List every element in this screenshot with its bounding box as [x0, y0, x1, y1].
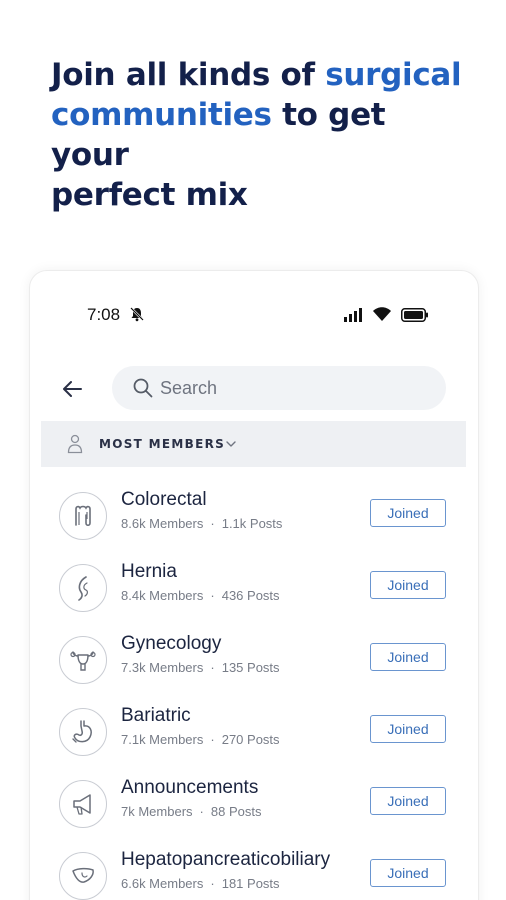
headline-part1: Join all kinds of — [51, 57, 326, 93]
community-posts: 135 Posts — [221, 660, 280, 675]
search-row — [41, 366, 466, 412]
community-members: 8.6k Members — [121, 516, 204, 531]
joined-button[interactable]: Joined — [370, 715, 446, 743]
headline-accent-1: surgical — [325, 57, 462, 93]
joined-button[interactable]: Joined — [370, 643, 446, 671]
community-posts: 181 Posts — [221, 876, 280, 891]
community-avatar — [59, 780, 107, 828]
headline-part3: perfect mix — [51, 177, 248, 213]
search-input[interactable] — [160, 366, 430, 410]
list-item-hernia[interactable]: Hernia 8.4k Members · 436 Posts Joined — [41, 548, 466, 618]
community-name: Hepatopancreaticobiliary — [121, 849, 331, 870]
page-headline: Join all kinds of surgical communities to… — [51, 55, 471, 215]
battery-icon — [401, 308, 428, 322]
stomach-icon — [72, 720, 92, 743]
joined-button[interactable]: Joined — [370, 859, 446, 887]
joined-button[interactable]: Joined — [370, 787, 446, 815]
community-members: 7k Members — [121, 804, 193, 819]
community-avatar — [59, 708, 107, 756]
community-avatar — [59, 636, 107, 684]
list-item-bariatric[interactable]: Bariatric 7.1k Members · 270 Posts Joined — [41, 692, 466, 762]
person-icon — [67, 434, 83, 454]
community-avatar — [59, 852, 107, 900]
community-name: Hernia — [121, 561, 177, 582]
community-posts: 270 Posts — [221, 732, 280, 747]
chevron-down-icon — [226, 441, 236, 447]
search-box[interactable] — [112, 366, 446, 410]
community-name: Bariatric — [121, 705, 191, 726]
community-meta: 7.1k Members · 270 Posts — [121, 732, 280, 747]
community-posts: 436 Posts — [221, 588, 280, 603]
sort-dropdown[interactable]: MOST MEMBERS — [41, 421, 466, 467]
community-name: Gynecology — [121, 633, 222, 654]
hernia-icon — [78, 576, 88, 601]
list-item-announcements[interactable]: Announcements 7k Members · 88 Posts Joined — [41, 764, 466, 834]
community-meta: 8.4k Members · 436 Posts — [121, 588, 280, 603]
community-meta: 6.6k Members · 181 Posts — [121, 876, 280, 891]
status-time: 7:08 — [87, 305, 121, 324]
community-posts: 88 Posts — [210, 804, 262, 819]
community-name: Colorectal — [121, 489, 207, 510]
community-avatar — [59, 492, 107, 540]
search-icon — [133, 378, 153, 398]
colon-icon — [75, 505, 91, 527]
uterus-icon — [70, 651, 96, 671]
community-meta: 8.6k Members · 1.1k Posts — [121, 516, 283, 531]
community-name: Announcements — [121, 777, 259, 798]
community-meta: 7k Members · 88 Posts — [121, 804, 262, 819]
community-members: 8.4k Members — [121, 588, 204, 603]
megaphone-icon — [73, 794, 91, 815]
sort-label: MOST MEMBERS — [99, 437, 226, 451]
community-members: 7.1k Members — [121, 732, 204, 747]
community-avatar — [59, 564, 107, 612]
back-arrow-icon[interactable] — [61, 379, 83, 399]
wifi-icon — [373, 307, 391, 321]
community-members: 7.3k Members — [121, 660, 204, 675]
joined-button[interactable]: Joined — [370, 571, 446, 599]
liver-icon — [72, 867, 94, 883]
community-posts: 1.1k Posts — [221, 516, 283, 531]
signal-icon — [344, 308, 362, 322]
joined-button[interactable]: Joined — [370, 499, 446, 527]
list-item-gynecology[interactable]: Gynecology 7.3k Members · 135 Posts Joined — [41, 620, 466, 690]
list-item-hepatopancreaticobiliary[interactable]: Hepatopancreaticobiliary 6.6k Members · 18… — [41, 836, 466, 900]
community-meta: 7.3k Members · 135 Posts — [121, 660, 280, 675]
phone-screen: 7:08 Search MOST MEMBERS Colorectal 8.6k… — [41, 286, 466, 900]
community-members: 6.6k Members — [121, 876, 204, 891]
status-bar: 7:08 — [41, 286, 466, 346]
headline-accent-2: communities — [51, 97, 272, 133]
list-item-colorectal[interactable]: Colorectal 8.6k Members · 1.1k Posts Joine… — [41, 476, 466, 546]
bell-off-icon — [130, 307, 144, 322]
